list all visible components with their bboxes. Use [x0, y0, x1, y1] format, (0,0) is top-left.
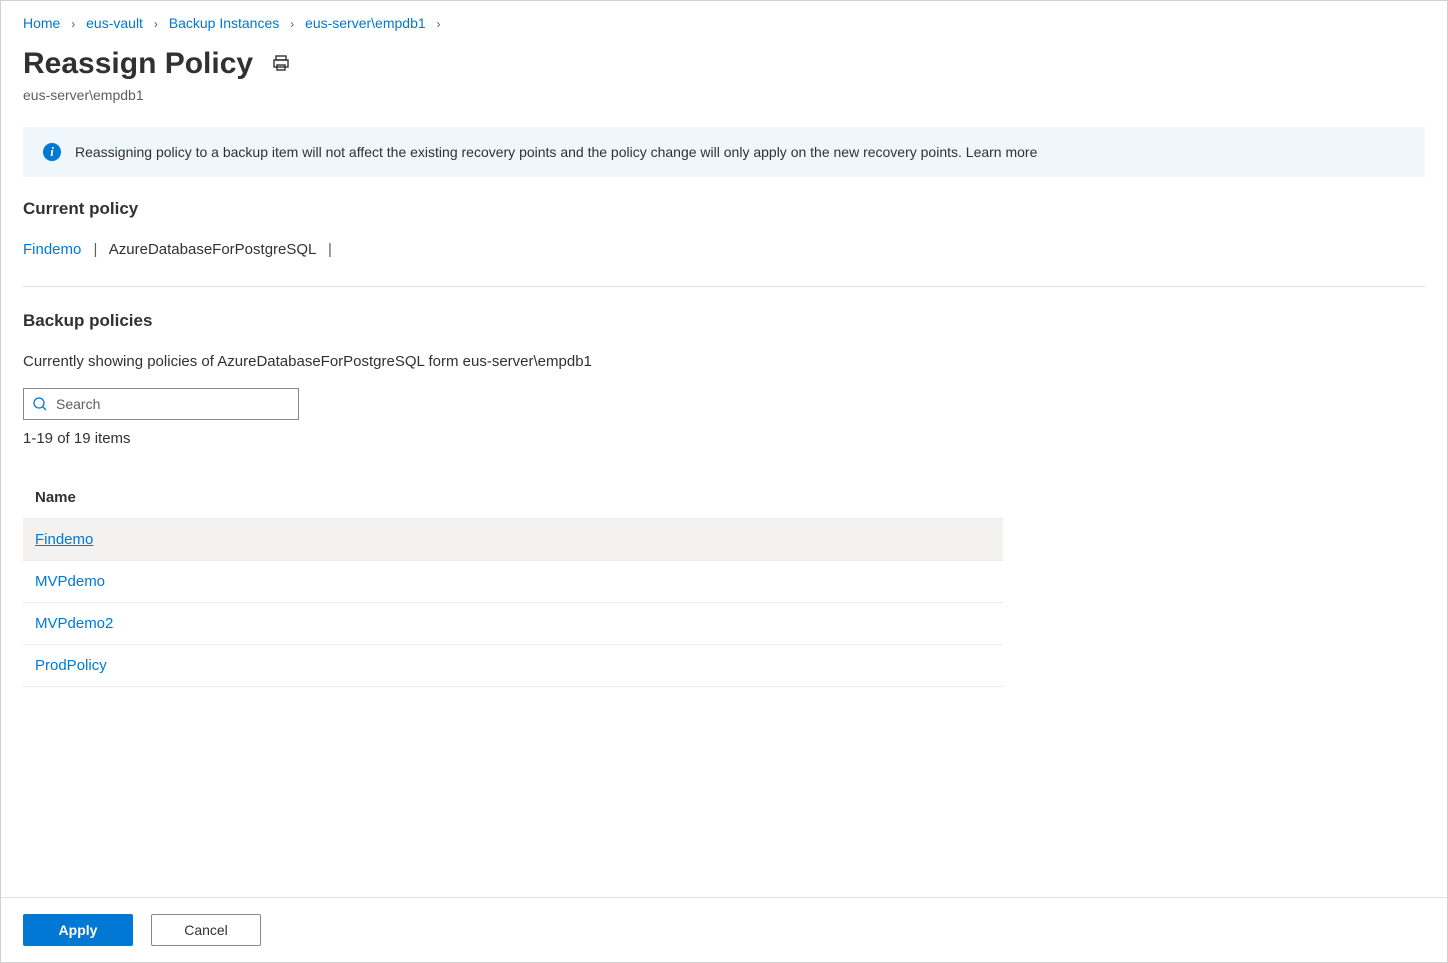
table-row[interactable]: MVPdemo2 — [23, 603, 1003, 645]
chevron-right-icon: › — [437, 17, 441, 31]
policy-link[interactable]: Findemo — [35, 531, 93, 548]
policies-table-wrap: Name Findemo MVPdemo MVPdemo2 ProdPolicy — [1, 477, 1447, 687]
chevron-right-icon: › — [71, 17, 75, 31]
breadcrumb-backup-instances[interactable]: Backup Instances — [169, 15, 280, 31]
item-count: 1-19 of 19 items — [1, 426, 1447, 477]
policy-link[interactable]: MVPdemo — [35, 573, 105, 590]
breadcrumb: Home › eus-vault › Backup Instances › eu… — [1, 1, 1447, 39]
current-policy-type: AzureDatabaseForPostgreSQL — [109, 241, 316, 258]
separator: | — [94, 241, 98, 258]
search-input[interactable] — [56, 396, 290, 412]
current-policy-title: Current policy — [1, 199, 1447, 241]
table-row[interactable]: MVPdemo — [23, 561, 1003, 603]
column-header-name[interactable]: Name — [23, 477, 1003, 519]
cancel-button[interactable]: Cancel — [151, 914, 261, 946]
table-row[interactable]: Findemo — [23, 519, 1003, 561]
backup-policies-desc: Currently showing policies of AzureDatab… — [1, 353, 1447, 388]
table-row[interactable]: ProdPolicy — [23, 645, 1003, 687]
chevron-right-icon: › — [290, 17, 294, 31]
info-banner-text: Reassigning policy to a backup item will… — [75, 144, 1037, 160]
search-icon — [32, 396, 48, 412]
policies-table: Name Findemo MVPdemo MVPdemo2 ProdPolicy — [23, 477, 1003, 687]
backup-policies-title: Backup policies — [1, 311, 1447, 353]
info-banner: i Reassigning policy to a backup item wi… — [23, 127, 1425, 177]
current-policy-row: Findemo | AzureDatabaseForPostgreSQL | — [1, 241, 1447, 286]
current-policy-link[interactable]: Findemo — [23, 241, 81, 258]
info-icon: i — [43, 143, 61, 161]
breadcrumb-home[interactable]: Home — [23, 15, 60, 31]
print-icon[interactable] — [271, 53, 291, 76]
breadcrumb-instance[interactable]: eus-server\empdb1 — [305, 15, 426, 31]
divider — [23, 286, 1425, 287]
footer-bar: Apply Cancel — [1, 897, 1447, 962]
policy-link[interactable]: MVPdemo2 — [35, 615, 113, 632]
apply-button[interactable]: Apply — [23, 914, 133, 946]
page-header: Reassign Policy — [1, 39, 1447, 87]
separator: | — [328, 241, 332, 258]
search-box[interactable] — [23, 388, 299, 420]
chevron-right-icon: › — [154, 17, 158, 31]
policy-link[interactable]: ProdPolicy — [35, 657, 107, 674]
breadcrumb-vault[interactable]: eus-vault — [86, 15, 143, 31]
page-title: Reassign Policy — [23, 47, 253, 81]
page-subtitle: eus-server\empdb1 — [1, 87, 1447, 127]
